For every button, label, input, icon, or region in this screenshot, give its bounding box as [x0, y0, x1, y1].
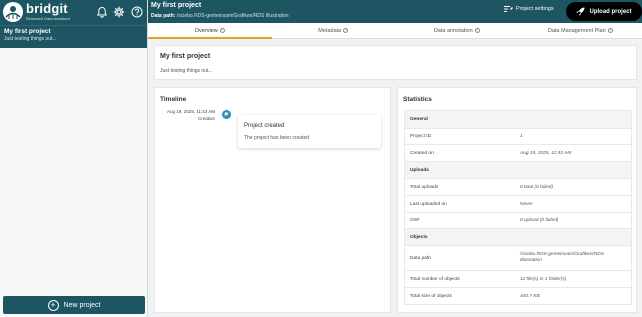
project-info-title: My first project [160, 53, 211, 60]
timeline-entry-title: Project created [244, 123, 285, 129]
row-key: Data path [410, 255, 431, 261]
tab-data-annotation-label: Data annotation [433, 27, 473, 34]
tab-data-management-plan-label: Data Management Plan [547, 27, 606, 34]
page-title: My first project [151, 2, 202, 9]
row-value: 12 file(s) in 1 folder(s) [520, 276, 567, 282]
rocket-icon [576, 7, 585, 16]
settings-sliders-icon [504, 6, 513, 12]
top-header: My first project Data path: /sciebo.RDS-… [148, 0, 642, 23]
tab-overview-label: Overview [194, 27, 218, 34]
data-path-label: Data path: [151, 13, 176, 19]
sidebar-header: bridgit Research Data Assistant [0, 0, 147, 25]
timeline-entry-description: The project has been created [244, 135, 310, 141]
table-row: OSF 0 upload (0 failed) [405, 212, 631, 228]
project-info-card: My first project Just testing things out… [154, 45, 637, 80]
statistics-table: General Project ID 1 Created on Aug 19, 20… [404, 110, 632, 305]
project-info-description: Just testing things out... [160, 68, 213, 74]
row-value: /sciebo.RDS-gemeinsam/Grafiken/RDS Illus… [520, 251, 604, 263]
statistics-card: Statistics General Project ID 1 Created o… [397, 87, 637, 313]
table-row: Last uploaded on Never [405, 195, 631, 212]
info-icon: ? [607, 28, 613, 33]
row-value: 1 [520, 134, 523, 139]
timeline-title: Timeline [160, 96, 187, 103]
brand-subtitle: Research Data Assistant [26, 16, 70, 21]
tab-data-annotation[interactable]: Data annotation ? [395, 23, 519, 38]
tab-metadata[interactable]: Metadata ? [272, 23, 396, 38]
section-uploads: Uploads [405, 161, 631, 178]
row-key: Total number of objects [410, 276, 460, 282]
bell-icon[interactable] [96, 6, 108, 18]
table-row: Total size of objects 440.7 KB [405, 287, 631, 304]
timeline-entry: Project created The project has been cre… [238, 115, 381, 148]
section-label: Uploads [410, 167, 429, 173]
section-label: General [410, 117, 428, 122]
table-row: Project ID 1 [405, 128, 631, 144]
row-key: Created on [410, 150, 434, 156]
data-path: Data path: /sciebo.RDS-gemeinsam/Grafike… [151, 13, 289, 19]
project-item-title: My first project [4, 28, 51, 35]
row-value: 440.7 KB [520, 293, 540, 299]
section-general: General [405, 111, 631, 128]
upload-project-label: Upload project [589, 8, 632, 15]
tab-overview[interactable]: Overview ? [148, 23, 272, 39]
timeline-entry-date: Aug 19, 2025, 11:43 AM [167, 109, 215, 114]
row-value: Aug 19, 2025, 11:43 AM [520, 150, 572, 156]
table-row: Total number of objects 12 file(s) in 1 f… [405, 270, 631, 287]
upload-project-button[interactable]: Upload project [566, 2, 642, 21]
info-icon: ? [343, 28, 349, 33]
row-key: OSF [410, 218, 420, 223]
row-key: Project ID [410, 134, 432, 139]
section-objects: Objects [405, 228, 631, 245]
table-row: Created on Aug 19, 2025, 11:43 AM [405, 144, 631, 161]
row-key: Last uploaded on [410, 201, 447, 207]
new-project-label: New project [63, 301, 101, 309]
info-icon: ? [219, 28, 225, 33]
flag-icon [222, 110, 231, 119]
row-key: Total size of objects [410, 293, 452, 299]
timeline-entry-type: Creation [197, 116, 215, 121]
row-key: Total uploads [410, 184, 439, 190]
statistics-title: Statistics [403, 96, 432, 103]
sidebar-project-item[interactable]: My first project Just testing things out… [0, 25, 147, 48]
tab-metadata-label: Metadata [318, 27, 342, 34]
info-icon: ? [474, 28, 480, 33]
plus-circle-icon: + [47, 299, 59, 311]
project-settings-label: Project settings [516, 6, 554, 12]
row-value: 0 total (0 failed) [520, 184, 554, 190]
bridgit-logo [3, 2, 23, 22]
tab-data-management-plan[interactable]: Data Management Plan ? [519, 23, 642, 38]
brand-name: bridgit [26, 1, 68, 16]
table-row: Data path/sciebo.RDS-gemeinsam/Grafiken/… [405, 245, 631, 270]
project-settings-button[interactable]: Project settings [504, 5, 554, 13]
row-value: 0 upload (0 failed) [520, 218, 559, 223]
tab-bar: Overview ? Metadata ? Data annotation ? … [148, 23, 642, 39]
timeline-card: Timeline Aug 19, 2025, 11:43 AM Creation… [154, 87, 391, 313]
new-project-button[interactable]: + New project [3, 296, 145, 314]
row-value: Never [520, 201, 533, 207]
section-label: Objects [410, 234, 428, 240]
help-icon[interactable] [131, 6, 143, 18]
data-path-value: /sciebo.RDS-gemeinsam/Grafiken/RDS Illus… [176, 13, 289, 19]
gear-icon[interactable] [113, 6, 125, 18]
sidebar: bridgit Research Data Assistant My first… [0, 0, 148, 317]
project-item-description: Just testing things out... [4, 36, 57, 42]
table-row: Total uploads 0 total (0 failed) [405, 178, 631, 195]
